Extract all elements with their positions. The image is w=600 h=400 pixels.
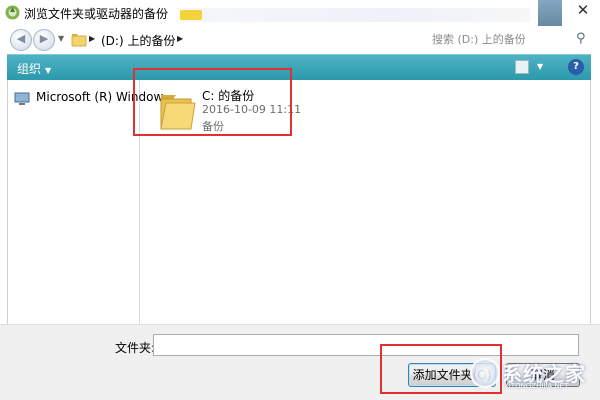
search-icon[interactable]: ⚲ [576, 31, 586, 46]
browser-main-area: Microsoft (R) Window C: 的备份 2016-10-09 1… [7, 80, 591, 324]
organize-menu-button[interactable]: 组织 ▼ [17, 60, 51, 77]
help-icon[interactable]: ? [568, 59, 584, 75]
navigation-pane: Microsoft (R) Window [8, 80, 163, 324]
folder-field[interactable] [153, 334, 579, 356]
watermark: 系统之家 XITONGZHIJIA.NET [470, 354, 600, 394]
breadcrumb-chevron-icon[interactable]: ▶ [89, 34, 95, 43]
recent-locations-dropdown-icon[interactable]: ▼ [58, 34, 64, 43]
chevron-down-icon: ▼ [45, 66, 52, 75]
back-arrow-icon: ◀ [16, 32, 26, 45]
back-button[interactable]: ◀ [10, 29, 32, 51]
background-window-strip [180, 8, 530, 22]
folder-icon [71, 34, 87, 47]
search-box[interactable]: ⚲ [424, 28, 594, 50]
computer-icon [14, 92, 30, 105]
view-options-dropdown-icon[interactable]: ▼ [537, 62, 543, 71]
search-input[interactable] [424, 28, 574, 50]
annotation-highlight-box [133, 68, 292, 136]
folder-field-label: 文件夹: [115, 341, 156, 355]
watermark-subtext: XITONGZHIJIA.NET [504, 382, 569, 390]
window-title: 浏览文件夹或驱动器的备份 [24, 7, 169, 21]
watermark-logo-icon [470, 358, 500, 388]
forward-arrow-icon: ▶ [39, 32, 49, 45]
address-field[interactable]: ▶ (D:) 上的备份 ▶ ▼ ⇆ [66, 28, 479, 52]
title-bar: 浏览文件夹或驱动器的备份 ✕ [0, 0, 600, 60]
forward-button[interactable]: ▶ [33, 29, 55, 51]
breadcrumb-chevron-icon[interactable]: ▶ [177, 34, 183, 43]
organize-label: 组织 [17, 62, 42, 76]
change-view-icon[interactable] [515, 60, 529, 74]
command-toolbar: 组织 ▼ ▼ ? [7, 54, 591, 80]
close-button[interactable]: ✕ [572, 0, 594, 20]
backup-app-icon [5, 5, 20, 20]
breadcrumb-current[interactable]: (D:) 上的备份 [101, 32, 175, 49]
